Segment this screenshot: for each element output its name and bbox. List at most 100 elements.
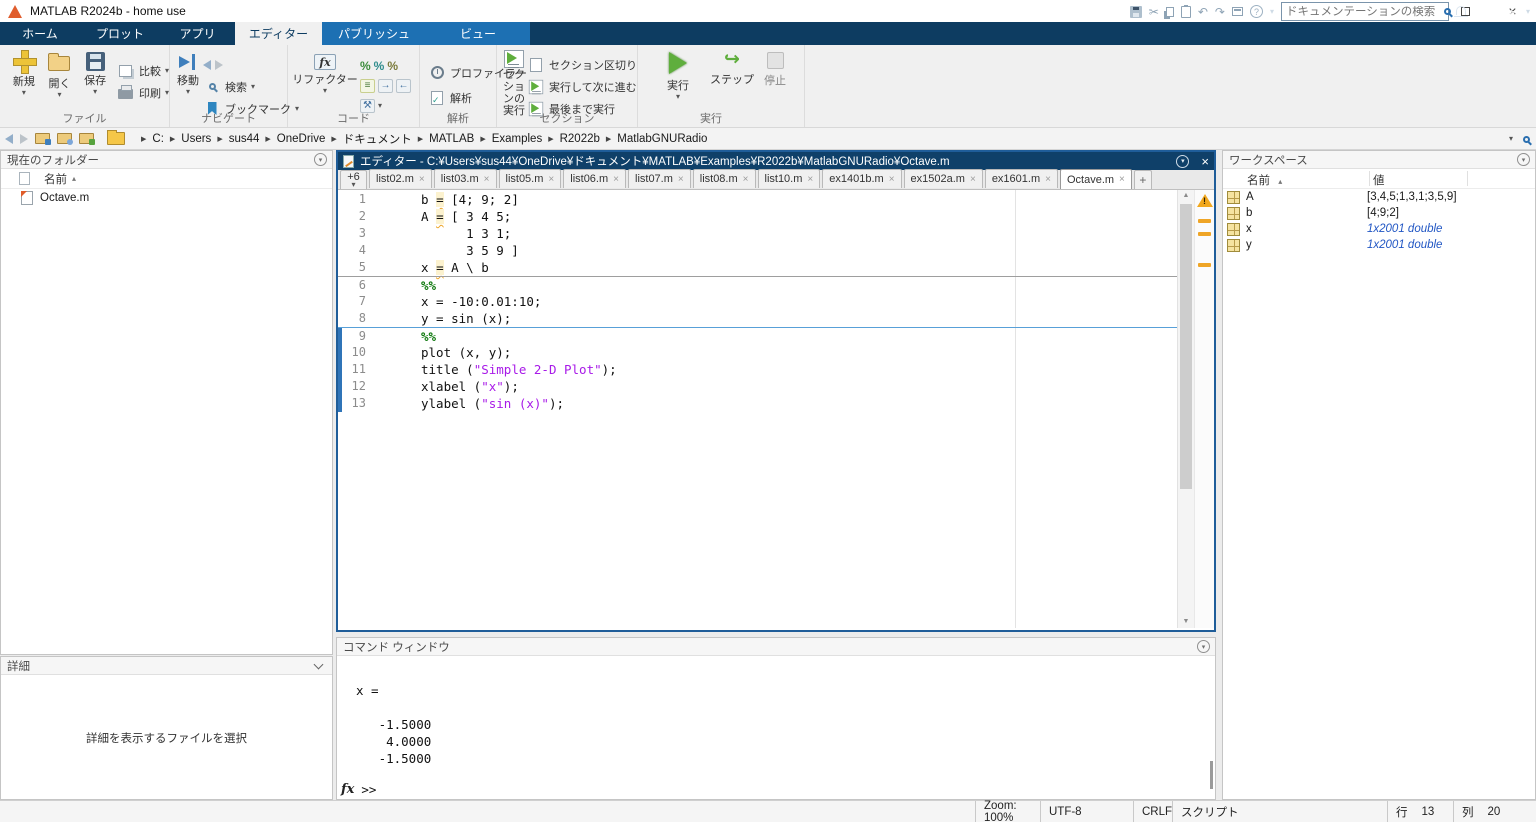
tab-close-icon[interactable]: × [970, 174, 976, 185]
breadcrumb-item[interactable]: R2022b [560, 133, 600, 145]
step-button[interactable]: ↪ ステップ [710, 50, 754, 87]
encoding-indicator[interactable]: UTF-8 [1040, 801, 1133, 822]
print-button[interactable]: 印刷 ▾ [117, 84, 169, 101]
user-chevron-down-icon[interactable]: ▾ [1526, 7, 1530, 16]
code-line[interactable]: 7x = -10:0.01:10; [338, 293, 1214, 310]
scroll-up-icon[interactable]: ▲ [1178, 190, 1194, 202]
browse-up-folder-icon[interactable] [35, 133, 50, 144]
workspace-row[interactable]: b[4;9;2] [1223, 205, 1535, 221]
smart-indent-icon[interactable]: ≡ [360, 79, 375, 93]
code-line[interactable]: 13ylabel ("sin (x)"); [338, 395, 1214, 412]
run-advance-button[interactable]: 実行して次に進む [527, 78, 637, 95]
comment-icon[interactable]: % [360, 59, 371, 73]
command-window[interactable]: x = -1.5000 4.0000 -1.5000 fx >> [337, 656, 1215, 799]
save-icon[interactable] [1130, 6, 1142, 18]
workspace-row[interactable]: A[3,4,5;1,3,1;3,5,9] [1223, 189, 1535, 205]
code-line[interactable]: 5x = A \ b [338, 259, 1214, 276]
editor-tab-list06.m[interactable]: list06.m× [563, 169, 626, 188]
eol-indicator[interactable]: CRLF [1133, 801, 1172, 822]
address-chevron-down-icon[interactable]: ▾ [1509, 136, 1513, 142]
open-button[interactable]: 開く ▾ [44, 50, 76, 98]
compare-button[interactable]: 比較 ▾ [117, 62, 169, 79]
uncomment-icon[interactable]: % [374, 59, 385, 73]
current-folder-column-header[interactable]: 名前 ▴ [1, 169, 332, 189]
column-separator[interactable] [1369, 171, 1370, 186]
goto-button[interactable]: 移動 ▾ [177, 50, 199, 95]
tab-close-icon[interactable]: × [743, 174, 749, 185]
ribbon-tab-ホーム[interactable]: ホーム [0, 22, 80, 45]
details-header[interactable]: 詳細 [1, 657, 332, 675]
workspace-row[interactable]: x1x2001 double [1223, 221, 1535, 237]
doc-search-input[interactable] [1282, 6, 1444, 18]
current-folder-icon[interactable] [107, 132, 125, 145]
file-type-indicator[interactable]: スクリプト [1172, 801, 1387, 822]
cut-icon[interactable]: ✂ [1149, 5, 1159, 19]
ribbon-tab-プロット[interactable]: プロット [80, 22, 160, 45]
hidden-tabs-button[interactable]: +6 ▾ [340, 170, 367, 189]
editor-menu-icon[interactable]: ▾ [1176, 155, 1189, 168]
editor-tab-ex1401b.m[interactable]: ex1401b.m× [822, 169, 901, 188]
tab-close-icon[interactable]: × [419, 174, 425, 185]
panel-menu-icon[interactable]: ▾ [314, 153, 327, 166]
tab-close-icon[interactable]: × [889, 174, 895, 185]
indent-left-icon[interactable]: ← [396, 79, 411, 93]
code-line[interactable]: 11title ("Simple 2-D Plot"); [338, 361, 1214, 378]
ribbon-tab-パブリッシュ[interactable]: パブリッシュ [322, 22, 426, 45]
window-layout-icon[interactable] [1232, 7, 1243, 16]
breadcrumb-item[interactable]: MATLAB [429, 133, 474, 145]
code-line[interactable]: 12xlabel ("x"); [338, 378, 1214, 395]
folder-forward-icon[interactable] [20, 134, 28, 144]
breadcrumb-item[interactable]: C: [152, 133, 164, 145]
code-line[interactable]: 9%% [338, 327, 1214, 344]
editor-tab-Octave.m[interactable]: Octave.m× [1060, 169, 1132, 189]
editor-tab-list05.m[interactable]: list05.m× [499, 169, 562, 188]
forward-arrow-icon[interactable] [215, 60, 223, 70]
code-line[interactable]: 10plot (x, y); [338, 344, 1214, 361]
workspace-row[interactable]: y1x2001 double [1223, 237, 1535, 253]
copy-icon[interactable] [1166, 7, 1174, 17]
editor-tab-list10.m[interactable]: list10.m× [758, 169, 821, 188]
paste-icon[interactable] [1181, 6, 1191, 18]
ribbon-tab-アプリ[interactable]: アプリ [160, 22, 235, 45]
command-prompt[interactable]: >> [361, 782, 376, 797]
new-tab-button[interactable]: + [1134, 170, 1152, 189]
run-button[interactable]: 実行 ▾ [656, 50, 700, 100]
breadcrumb-item[interactable]: OneDrive [277, 133, 326, 145]
breadcrumb-item[interactable]: Examples [492, 133, 543, 145]
editor-tab-list02.m[interactable]: list02.m× [369, 169, 432, 188]
user-name[interactable]: 山田さん [1473, 4, 1519, 20]
panel-menu-icon[interactable]: ▾ [1517, 153, 1530, 166]
warning-icon[interactable] [1197, 194, 1213, 207]
undo-icon[interactable]: ↶ [1198, 5, 1208, 19]
scrollbar-thumb[interactable] [1180, 204, 1192, 489]
editor-tab-list07.m[interactable]: list07.m× [628, 169, 691, 188]
find-button[interactable]: 検索 ▾ [203, 78, 299, 95]
workspace-column-header[interactable]: 名前 ▴ 値 [1223, 169, 1535, 189]
redo-icon[interactable]: ↷ [1215, 5, 1225, 19]
workspace-name-column[interactable]: 名前 ▴ [1247, 172, 1282, 188]
warning-marker[interactable] [1198, 219, 1211, 223]
warning-marker[interactable] [1198, 263, 1211, 267]
breadcrumb-item[interactable]: sus44 [229, 133, 260, 145]
section-break-button[interactable]: セクション区切り [527, 56, 637, 73]
nav-back-forward[interactable] [203, 56, 299, 73]
workspace-value-column[interactable]: 値 [1373, 172, 1385, 188]
search-icon[interactable] [1444, 8, 1451, 15]
ribbon-tab-エディター[interactable]: エディター [235, 22, 322, 45]
zoom-level[interactable]: Zoom: 100% [975, 801, 1040, 822]
notifications-bell-icon[interactable] [1456, 8, 1466, 15]
refactor-button[interactable]: fx リファクター ▾ [296, 50, 354, 94]
tab-close-icon[interactable]: × [548, 174, 554, 185]
editor-tab-list03.m[interactable]: list03.m× [434, 169, 497, 188]
editor-scrollbar[interactable]: ▲ ▼ [1177, 190, 1194, 628]
command-scrollbar[interactable] [1210, 761, 1213, 789]
panel-menu-icon[interactable]: ▾ [1197, 640, 1210, 653]
folder-back-icon[interactable] [5, 134, 13, 144]
wrap-comment-icon[interactable]: % [387, 59, 398, 73]
onedrive-folder-icon[interactable] [57, 133, 72, 144]
run-section-button[interactable]: セクションの実行 [503, 50, 525, 117]
editor-tab-ex1601.m[interactable]: ex1601.m× [985, 169, 1058, 188]
editor-close-icon[interactable]: × [1201, 154, 1209, 169]
indent-right-icon[interactable]: → [378, 79, 393, 93]
back-arrow-icon[interactable] [203, 60, 211, 70]
